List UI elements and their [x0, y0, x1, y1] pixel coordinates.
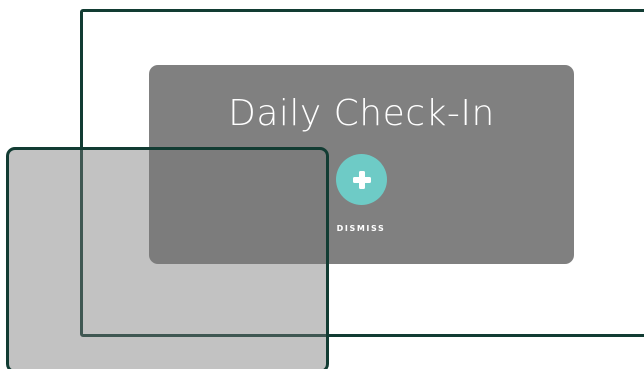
screen: Daily Check-In DISMISS [0, 0, 644, 369]
plus-icon [352, 170, 371, 189]
card-title: Daily Check-In [228, 93, 495, 134]
overlay-panel [6, 147, 329, 369]
add-check-in-button[interactable] [336, 154, 387, 205]
